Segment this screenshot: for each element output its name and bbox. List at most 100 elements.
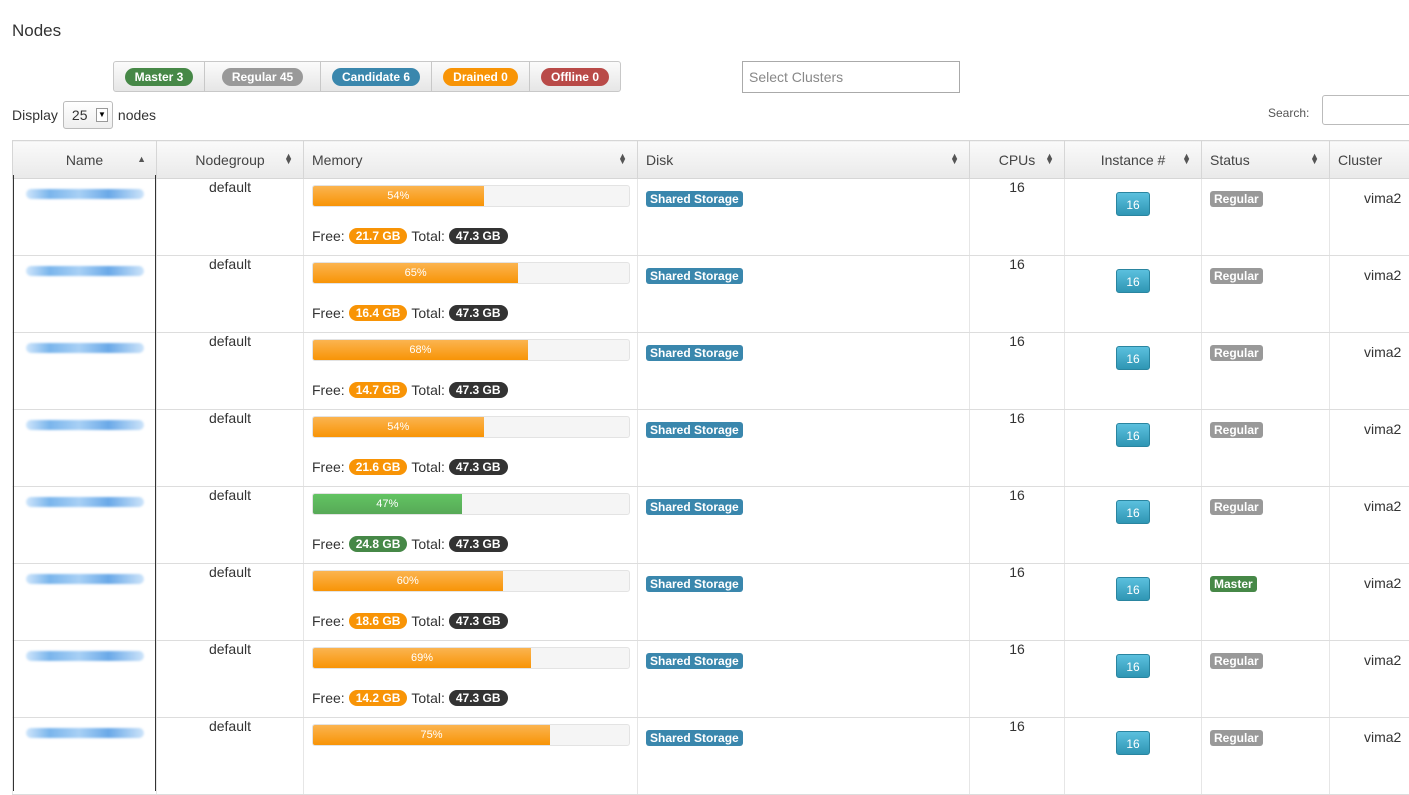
nodegroup-value: default <box>209 410 251 426</box>
node-name-link[interactable] <box>26 420 144 430</box>
total-memory-badge: 47.3 GB <box>449 690 508 706</box>
memory-meta: Free: 21.6 GB Total: 47.3 GB <box>312 459 629 475</box>
cpus-value: 16 <box>1009 333 1025 349</box>
memory-cell: 68% Free: 14.7 GB Total: 47.3 GB <box>304 333 638 410</box>
display-count-select[interactable]: 25 ▼ <box>63 101 113 129</box>
name-cell <box>13 256 157 333</box>
nodegroup-cell: default <box>157 487 304 564</box>
instances-button[interactable]: 16 <box>1116 500 1150 524</box>
sort-icon: ▲▼ <box>1182 154 1191 164</box>
sort-icon: ▲▼ <box>1310 154 1319 164</box>
total-memory-badge: 47.3 GB <box>449 459 508 475</box>
memory-cell: 65% Free: 16.4 GB Total: 47.3 GB <box>304 256 638 333</box>
sort-icon: ▲▼ <box>284 154 293 164</box>
filter-offline-button[interactable]: Offline 0 <box>530 62 620 91</box>
status-cell: Regular <box>1202 256 1330 333</box>
nodegroup-value: default <box>209 564 251 580</box>
nodegroup-value: default <box>209 256 251 272</box>
column-header-cpus[interactable]: CPUs▲▼ <box>970 141 1065 179</box>
cpus-value: 16 <box>1009 641 1025 657</box>
memory-progress-fill: 54% <box>313 186 484 206</box>
column-header-instances[interactable]: Instance #▲▼ <box>1065 141 1202 179</box>
column-header-disk[interactable]: Disk▲▼ <box>638 141 970 179</box>
instances-button[interactable]: 16 <box>1116 192 1150 216</box>
disk-badge: Shared Storage <box>646 576 743 592</box>
instances-button[interactable]: 16 <box>1116 654 1150 678</box>
cpus-value: 16 <box>1009 256 1025 272</box>
memory-meta: Free: 14.2 GB Total: 47.3 GB <box>312 690 629 706</box>
memory-cell: 54% Free: 21.6 GB Total: 47.3 GB <box>304 410 638 487</box>
search-input[interactable] <box>1322 95 1409 125</box>
cluster-value: vima2 <box>1364 652 1401 668</box>
filter-regular-button[interactable]: Regular 45 <box>205 62 321 91</box>
instances-button[interactable]: 16 <box>1116 577 1150 601</box>
instances-button[interactable]: 16 <box>1116 731 1150 755</box>
filter-drained-button[interactable]: Drained 0 <box>432 62 530 91</box>
memory-cell: 75% Free: Total: <box>304 718 638 795</box>
node-name-link[interactable] <box>26 651 144 661</box>
column-header-disk-label: Disk <box>646 152 673 168</box>
instances-cell: 16 <box>1065 487 1202 564</box>
memory-progress-bar: 47% <box>312 493 630 515</box>
table-row: default 65% Free: 16.4 GB Total: 47.3 GB… <box>13 256 1409 333</box>
nodegroup-value: default <box>209 641 251 657</box>
table-row: default 60% Free: 18.6 GB Total: 47.3 GB… <box>13 564 1409 641</box>
node-name-redacted-box <box>13 714 156 791</box>
instances-cell: 16 <box>1065 718 1202 795</box>
cpus-cell: 16 <box>970 718 1065 795</box>
memory-progress-bar: 68% <box>312 339 630 361</box>
status-cell: Regular <box>1202 718 1330 795</box>
cluster-value: vima2 <box>1364 344 1401 360</box>
column-header-memory-label: Memory <box>312 152 363 168</box>
cpus-cell: 16 <box>970 410 1065 487</box>
column-header-nodegroup[interactable]: Nodegroup▲▼ <box>157 141 304 179</box>
disk-badge: Shared Storage <box>646 422 743 438</box>
total-memory-badge: 47.3 GB <box>449 305 508 321</box>
cpus-value: 16 <box>1009 718 1025 734</box>
name-cell <box>13 487 157 564</box>
total-memory-badge: 47.3 GB <box>449 613 508 629</box>
total-label: Total: <box>411 305 444 321</box>
instances-cell: 16 <box>1065 410 1202 487</box>
instances-button[interactable]: 16 <box>1116 423 1150 447</box>
disk-badge: Shared Storage <box>646 345 743 361</box>
cluster-cell: vima2 <box>1330 410 1409 487</box>
table-header-row: Name▲ Nodegroup▲▼ Memory▲▼ Disk▲▼ CPUs▲▼… <box>13 141 1409 179</box>
total-label: Total: <box>411 613 444 629</box>
page-title: Nodes <box>12 21 61 41</box>
column-header-status[interactable]: Status▲▼ <box>1202 141 1330 179</box>
status-badge: Regular <box>1210 268 1263 284</box>
name-cell <box>13 179 157 256</box>
status-cell: Regular <box>1202 487 1330 564</box>
node-name-link[interactable] <box>26 497 144 507</box>
column-header-name[interactable]: Name▲ <box>13 141 157 179</box>
cluster-value: vima2 <box>1364 729 1401 745</box>
nodegroup-value: default <box>209 487 251 503</box>
node-name-link[interactable] <box>26 343 144 353</box>
node-name-link[interactable] <box>26 574 144 584</box>
status-cell: Regular <box>1202 333 1330 410</box>
free-memory-badge: 16.4 GB <box>349 305 408 321</box>
chevron-down-icon: ▼ <box>96 108 108 122</box>
instances-button[interactable]: 16 <box>1116 269 1150 293</box>
filter-candidate-button[interactable]: Candidate 6 <box>321 62 432 91</box>
instances-cell: 16 <box>1065 179 1202 256</box>
memory-cell: 69% Free: 14.2 GB Total: 47.3 GB <box>304 641 638 718</box>
status-badge: Regular <box>1210 499 1263 515</box>
column-header-cluster[interactable]: Cluster <box>1330 141 1409 179</box>
node-name-link[interactable] <box>26 189 144 199</box>
select-clusters-input[interactable]: Select Clusters <box>742 61 960 93</box>
status-cell: Regular <box>1202 179 1330 256</box>
node-name-link[interactable] <box>26 266 144 276</box>
free-memory-badge: 14.2 GB <box>349 690 408 706</box>
node-name-redacted-box <box>13 483 156 560</box>
memory-cell: 47% Free: 24.8 GB Total: 47.3 GB <box>304 487 638 564</box>
filter-master-button[interactable]: Master 3 <box>114 62 205 91</box>
instances-button[interactable]: 16 <box>1116 346 1150 370</box>
column-header-memory[interactable]: Memory▲▼ <box>304 141 638 179</box>
search-label: Search: <box>1268 106 1309 120</box>
instances-cell: 16 <box>1065 333 1202 410</box>
node-name-link[interactable] <box>26 728 144 738</box>
memory-cell: 54% Free: 21.7 GB Total: 47.3 GB <box>304 179 638 256</box>
name-cell <box>13 564 157 641</box>
